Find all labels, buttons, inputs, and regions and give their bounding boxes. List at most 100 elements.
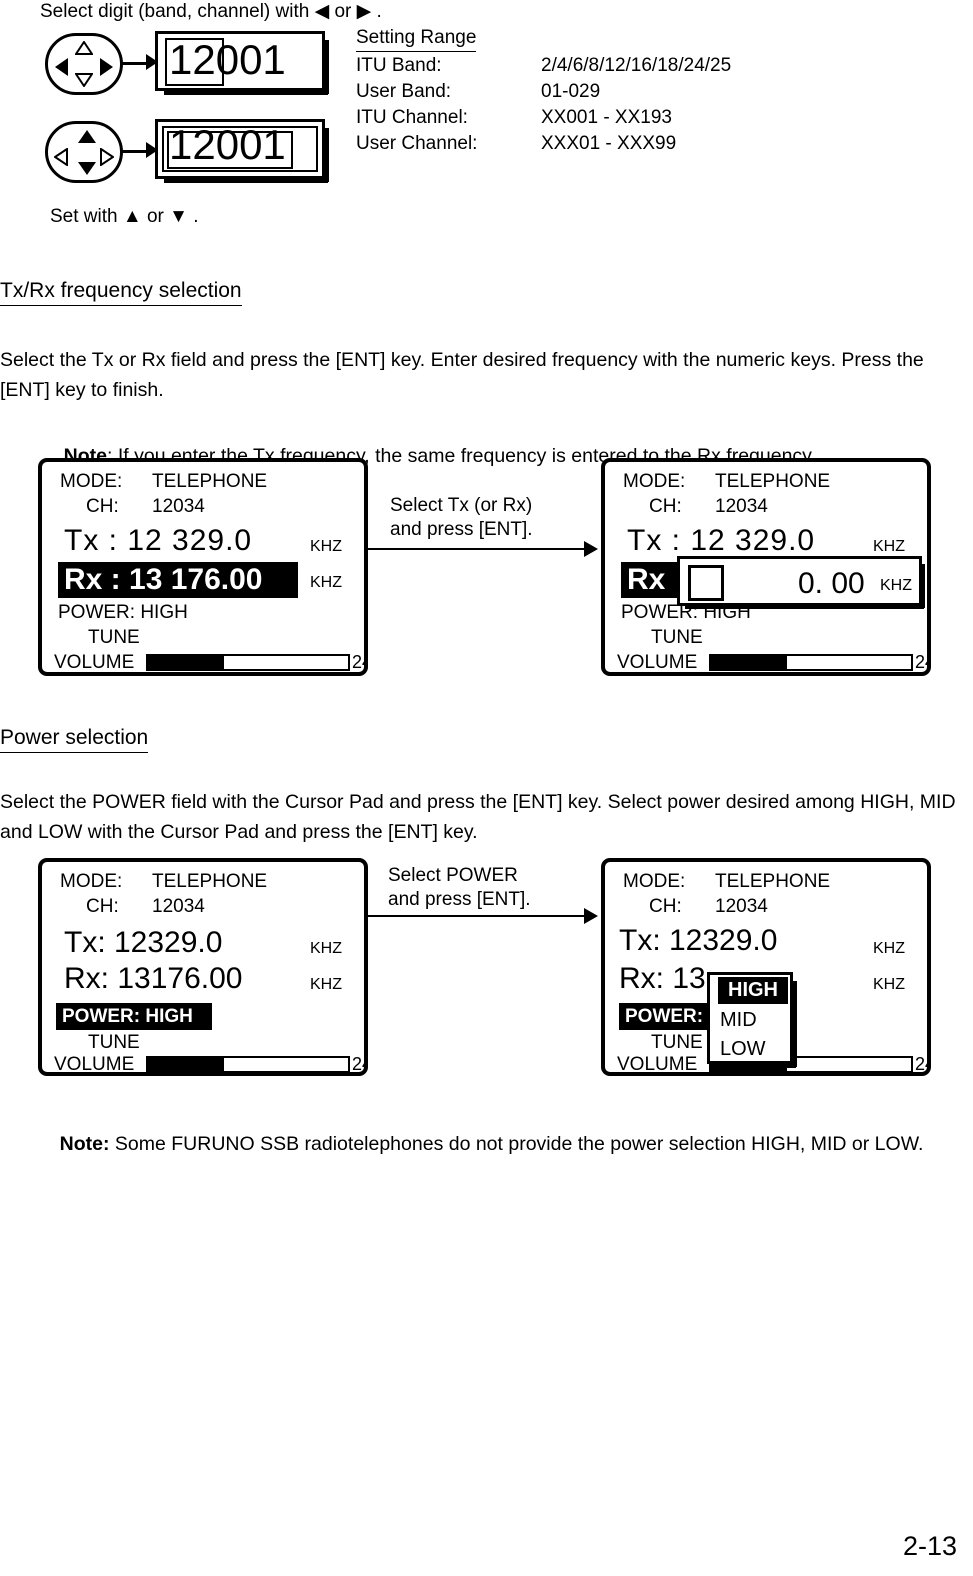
screen2-tx-frequency[interactable]: Tx : 12 329.0 [627,524,815,558]
lcd-screen-4: MODE: TELEPHONE CH: 12034 Tx: 12329.0 KH… [601,858,931,1076]
manual-page: Select digit (band, channel) with ◀ or ▶… [0,0,973,1576]
screen1-tx-frequency[interactable]: Tx : 12 329.0 [64,524,252,558]
screen1-volume-label: VOLUME [54,652,135,673]
screen2-tx-unit: KHZ [873,538,905,555]
screen3-tx-frequency[interactable]: Tx: 12329.0 [64,926,222,960]
user-band-value: 01-029 [541,81,601,102]
power-note-label: Note: [59,1133,110,1155]
screen4-rx-unit: KHZ [873,976,905,993]
itu-channel-value: XX001 - XX193 [541,107,672,128]
screen1-rx-unit: KHZ [310,574,342,591]
txrx-section-heading: Tx/Rx frequency selection [0,278,242,306]
arrow-down-icon [78,162,96,175]
screen4-mode-label: MODE: [623,871,686,892]
screen4-power-field-selected[interactable]: POWER: [619,1003,711,1030]
flow-label-power-line2: and press [ENT]. [388,889,531,910]
screen4-tx-unit: KHZ [873,940,905,957]
screen2-ch-label: CH: [649,496,682,517]
screen1-rx-frequency-selected[interactable]: Rx : 13 176.00 [58,562,298,598]
screen3-ch-label: CH: [86,896,119,917]
screen3-tune-field[interactable]: TUNE [88,1032,140,1054]
screen4-mode-value: TELEPHONE [715,871,831,892]
screen2-frequency-entry-overlay[interactable]: 0. 00 KHZ [677,556,925,609]
power-note-text: Some FURUNO SSB radiotelephones do not p… [109,1133,924,1155]
set-with-caption: Set with ▲ or ▼ . [50,206,199,227]
screen3-volume-fill [148,1058,224,1071]
flow-arrow-line-2 [368,915,590,917]
power-option-high[interactable]: HIGH [718,977,788,1004]
screen2-volume-label: VOLUME [617,652,698,673]
screen1-tx-unit: KHZ [310,538,342,555]
itu-band-label: ITU Band: [356,55,442,76]
screen1-ch-value: 12034 [152,496,205,517]
screen1-ch-label: CH: [86,496,119,517]
screen2-tune-field[interactable]: TUNE [651,627,703,649]
setting-range-row: ITU Channel: XX001 - XX193 [356,105,731,131]
screen3-rx-frequency[interactable]: Rx: 13176.00 [64,962,242,996]
screen3-volume-value: 24 [352,1054,364,1074]
screen1-power-field[interactable]: POWER: HIGH [58,602,188,624]
power-option-low[interactable]: LOW [710,1035,790,1064]
flow-arrow-head-2 [584,908,598,924]
arrow-down-outline-icon [75,73,93,87]
arrow-left-icon [55,58,68,76]
power-note: Note: Some FURUNO SSB radiotelephones do… [38,1099,963,1189]
power-section-heading: Power selection [0,725,149,753]
screen1-tune-field[interactable]: TUNE [88,627,140,649]
screen2-entry-value: 0. 00 [798,567,865,600]
screen3-volume-bar[interactable] [146,1056,350,1072]
power-dropdown-menu[interactable]: HIGH MID LOW [707,972,797,1068]
screen2-entry-unit: KHZ [880,577,912,594]
screen3-mode-label: MODE: [60,871,123,892]
band-display-value-2: 12001 [169,121,286,168]
screen4-volume-value: 24 [915,1054,927,1074]
screen2-entry-cursor-box[interactable] [688,565,724,601]
screen2-volume-value: 24 [915,652,927,672]
lcd-screen-2: MODE: TELEPHONE CH: 12034 Tx : 12 329.0 … [601,458,931,676]
screen3-rx-unit: KHZ [310,976,342,993]
setting-range-row: User Band: 01-029 [356,79,731,105]
itu-band-value: 2/4/6/8/12/16/18/24/25 [541,55,732,76]
setting-range-row: ITU Band: 2/4/6/8/12/16/18/24/25 [356,53,731,79]
power-option-mid[interactable]: MID [710,1006,790,1035]
flow-label-txrx-line1: Select Tx (or Rx) [390,495,533,516]
screen4-volume-label: VOLUME [617,1054,698,1075]
setting-range-title: Setting Range [356,25,477,52]
arrow-up-icon [78,130,96,143]
band-display-box-2: 12001 [155,119,329,183]
screen4-tx-frequency[interactable]: Tx: 12329.0 [619,924,777,958]
screen1-volume-bar[interactable] [146,654,350,671]
cursor-pad-left-right[interactable] [45,33,123,95]
arrow-left-outline-icon [54,148,68,166]
screen4-ch-value: 12034 [715,896,768,917]
page-number: 2-13 [902,1531,957,1561]
cursor-pad-up-down[interactable] [45,121,123,183]
flow-arrow-line-1 [368,548,590,550]
connector-line-1 [122,62,149,65]
screen4-tune-field[interactable]: TUNE [651,1032,703,1054]
flow-label-txrx-line2: and press [ENT]. [390,519,533,540]
screen2-ch-value: 12034 [715,496,768,517]
user-channel-label: User Channel: [356,133,478,154]
screen2-volume-fill [711,656,787,669]
user-band-label: User Band: [356,81,452,102]
screen2-mode-value: TELEPHONE [715,471,831,492]
screen3-ch-value: 12034 [152,896,205,917]
connector-line-2 [122,150,149,153]
screen2-volume-bar[interactable] [709,654,913,671]
screen1-volume-fill [148,656,224,669]
arrow-right-outline-icon [100,148,114,166]
screen3-power-field-selected[interactable]: POWER: HIGH [56,1003,212,1030]
screen1-mode-label: MODE: [60,471,123,492]
txrx-paragraph: Select the Tx or Rx field and press the … [0,349,930,401]
setting-range-row: User Channel: XXX01 - XXX99 [356,131,731,157]
arrow-up-outline-icon [75,41,93,55]
band-display-value-1: 12001 [169,36,286,83]
band-display-box-1: 12001 [155,31,329,95]
lcd-screen-3: MODE: TELEPHONE CH: 12034 Tx: 12329.0 KH… [38,858,368,1076]
arrow-right-icon [100,58,113,76]
screen4-rx-frequency[interactable]: Rx: 13 [619,962,706,996]
screen1-mode-value: TELEPHONE [152,471,268,492]
screen3-mode-value: TELEPHONE [152,871,268,892]
itu-channel-label: ITU Channel: [356,107,468,128]
